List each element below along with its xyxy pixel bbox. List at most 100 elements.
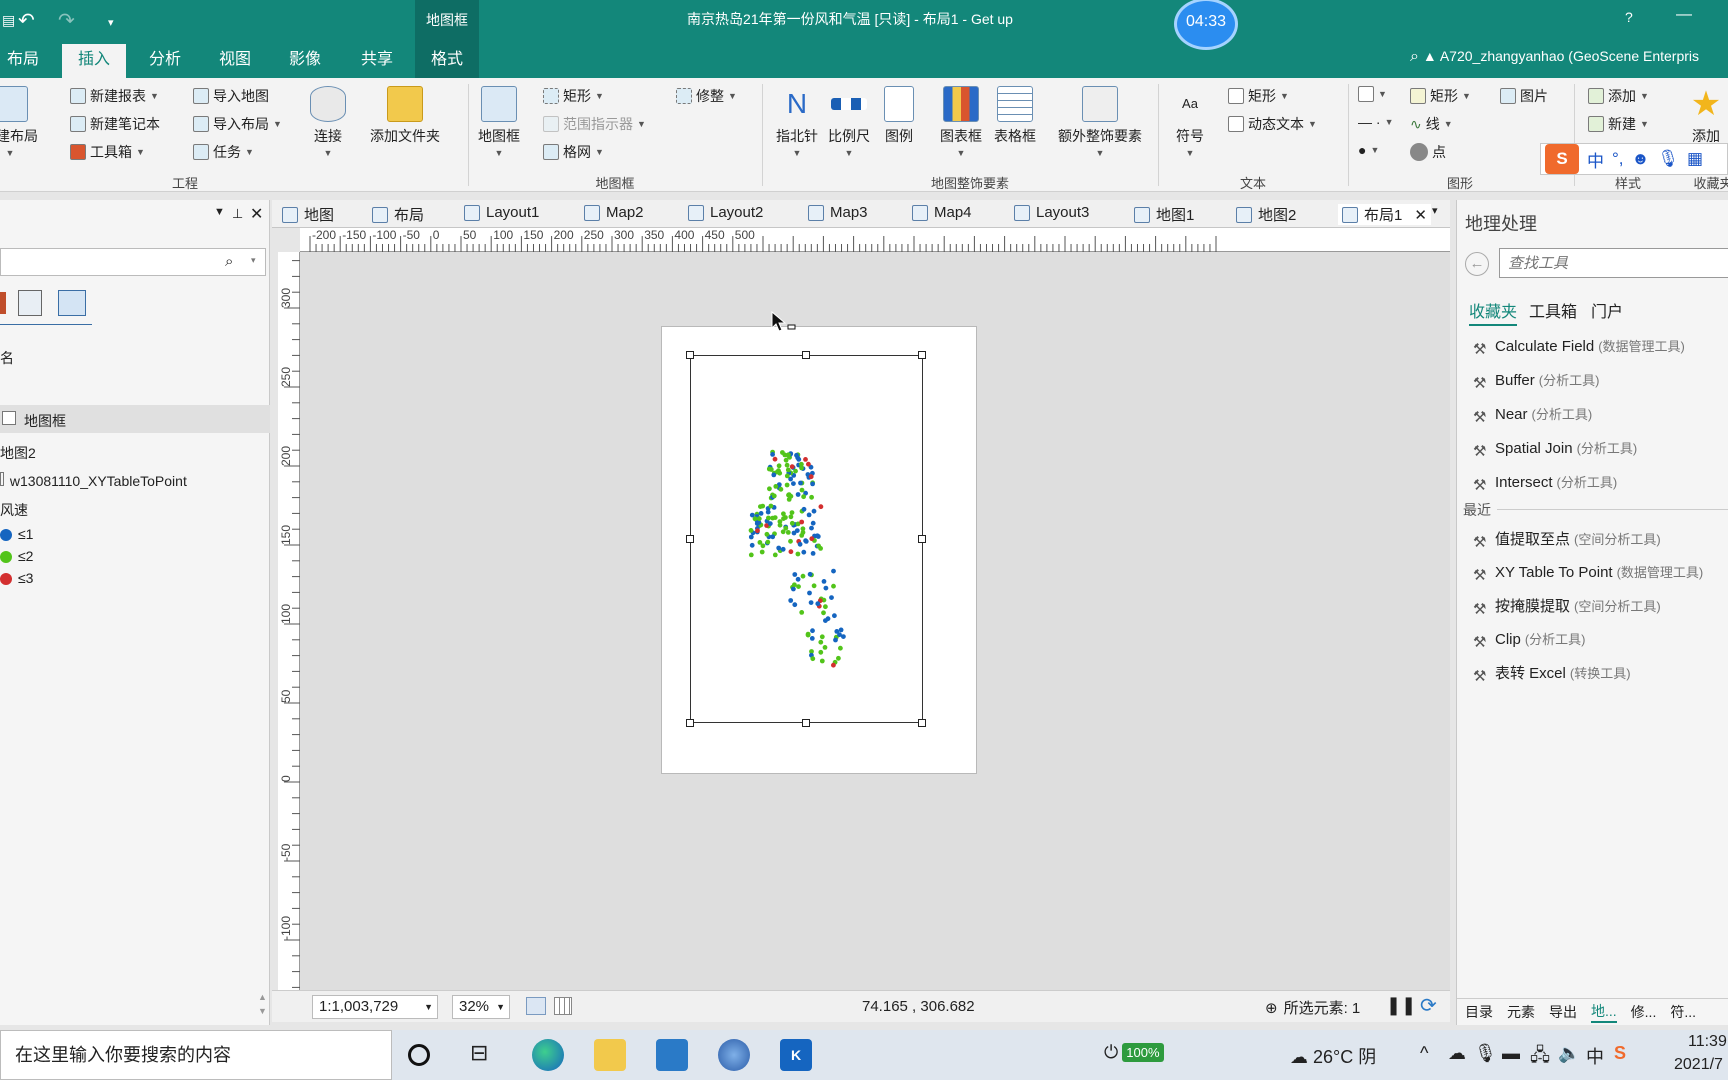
tab-catalog[interactable]: 目录 (1465, 1002, 1493, 1022)
recent-tool-item[interactable]: ⚒ 按掩膜提取 (空间分析工具) (1473, 595, 1661, 618)
legend-item[interactable]: ≤3 (0, 570, 33, 586)
customize-quick-access-icon[interactable]: ▾ (108, 16, 114, 29)
save-icon[interactable]: ▤ (2, 12, 15, 29)
legend-item[interactable]: ≤1 (0, 526, 33, 542)
add-folder-button[interactable]: 添加文件夹 (370, 86, 440, 146)
favorite-tool-item[interactable]: ⚒ Intersect (分析工具) (1473, 472, 1617, 494)
back-icon[interactable]: ← (1465, 252, 1489, 276)
show-hidden-icons[interactable]: ^ (1420, 1043, 1428, 1064)
minimize-button[interactable]: — (1676, 6, 1692, 24)
reshape-button[interactable]: 修整 ▼ (676, 86, 737, 106)
resize-handle[interactable] (686, 719, 694, 727)
view-tab-map1[interactable]: 地图1 (1134, 204, 1194, 225)
grid-button[interactable]: 格网 ▼ (543, 142, 604, 162)
microphone-icon[interactable]: 🎙 (1657, 149, 1679, 169)
close-tab-icon[interactable]: ✕ (1414, 206, 1427, 224)
favorite-tool-item[interactable]: ⚒ Buffer (分析工具) (1473, 370, 1599, 392)
drawing-order-icon[interactable] (18, 290, 42, 316)
layer-checkbox[interactable] (0, 472, 4, 486)
redo-icon[interactable]: ↷ (58, 8, 75, 33)
symbol-button[interactable]: Aa 符号 ▼ (1172, 86, 1208, 158)
scroll-down-icon[interactable]: ▼ (258, 1006, 267, 1016)
tab-toolboxes[interactable]: 工具箱 (1529, 298, 1577, 322)
tab-list-icon[interactable]: ▾ (1432, 204, 1438, 217)
rectangle-button[interactable]: 矩形 ▼ (543, 86, 604, 106)
zoom-selector[interactable]: 32% ▼ (452, 995, 510, 1019)
help-button[interactable]: ? (1625, 9, 1633, 25)
fit-page-icon[interactable] (526, 997, 546, 1015)
tab-geoprocessing[interactable]: 地... (1591, 1001, 1617, 1023)
weather[interactable]: ☁ 26°C 阴 (1290, 1043, 1376, 1069)
import-layout-button[interactable]: 导入布局 ▼ (193, 114, 282, 134)
selected-elements[interactable]: ⊕ 所选元素: 1 (1265, 997, 1360, 1018)
battery-indicator[interactable]: ⏻ 100% (1104, 1042, 1164, 1063)
layer-row[interactable]: w13081110_XYTableToPoint (0, 472, 187, 489)
keyboard-icon[interactable]: ▦ (1687, 149, 1703, 169)
tab-symbology[interactable]: 符... (1670, 1002, 1696, 1022)
map-item[interactable]: 地图2 (0, 443, 36, 463)
recent-tool-item[interactable]: ⚒ 表转 Excel (转换工具) (1473, 662, 1631, 685)
taskbar-search[interactable]: 在这里输入你要搜索的内容 (0, 1030, 392, 1080)
view-tab-layout3[interactable]: Layout3 (1014, 204, 1089, 221)
dynamic-text-button[interactable]: 动态文本 ▼ (1228, 114, 1317, 134)
ime-toolbar[interactable]: S 中 °, ☻ 🎙 ▦ (1540, 143, 1728, 175)
tab-share[interactable]: 共享 (352, 44, 402, 80)
graphics-line-button[interactable]: ∿ 线 ▼ (1410, 114, 1453, 134)
clock-date[interactable]: 2021/7 (1674, 1056, 1723, 1074)
contents-search-input[interactable]: ⌕ ▾ (0, 248, 266, 276)
scale-bar-button[interactable]: 比例尺 ▼ (828, 86, 870, 158)
resize-handle[interactable] (918, 719, 926, 727)
extent-indicator-button[interactable]: 范围指示器 ▼ (543, 114, 646, 134)
recent-tool-item[interactable]: ⚒ Clip (分析工具) (1473, 629, 1586, 651)
mail-icon[interactable] (656, 1039, 688, 1071)
layout-elements-icon[interactable] (58, 290, 86, 316)
legend-button[interactable]: 图例 (884, 86, 914, 146)
view-tab-map2-cn[interactable]: 地图2 (1236, 204, 1296, 225)
resize-handle[interactable] (686, 351, 694, 359)
view-tab-map4[interactable]: Map4 (912, 204, 972, 221)
scroll-up-icon[interactable]: ▲ (258, 992, 267, 1002)
style-new-button[interactable]: 新建 ▼ (1588, 114, 1649, 134)
recent-tool-item[interactable]: ⚒ XY Table To Point (数据管理工具) (1473, 562, 1703, 584)
tab-format[interactable]: 格式 (415, 44, 479, 80)
view-tab-active-layout[interactable]: 布局1 ✕ (1338, 204, 1431, 225)
favorites-add-button[interactable]: ★ 添加 (1684, 86, 1728, 146)
k-app-icon[interactable]: K (780, 1039, 812, 1071)
graphics-rectangle-button[interactable]: 矩形 ▼ (1410, 86, 1471, 106)
view-tab-map3[interactable]: Map3 (808, 204, 868, 221)
resize-handle[interactable] (802, 719, 810, 727)
view-tab-layout1[interactable]: Layout1 (464, 204, 539, 221)
graphics-point-button[interactable]: 点 (1410, 142, 1446, 162)
new-notebook-button[interactable]: 新建笔记本 (70, 114, 160, 134)
legend-item[interactable]: ≤2 (0, 548, 33, 564)
import-map-button[interactable]: 导入地图 (193, 86, 269, 106)
user-account[interactable]: ⌕ ▲ A720_zhangyanhao (GeoScene Enterpris (1410, 48, 1699, 66)
marker-style-dropdown[interactable]: ● ▼ (1358, 142, 1379, 158)
map-frame-row[interactable]: 地图框 (0, 405, 270, 433)
table-frame-button[interactable]: 表格框 (994, 86, 1036, 146)
close-pane-icon[interactable]: ✕ (250, 204, 263, 224)
resize-handle[interactable] (802, 351, 810, 359)
tab-export[interactable]: 导出 (1549, 1002, 1577, 1022)
ime-mode[interactable]: 中 (1587, 147, 1604, 172)
pin-icon[interactable]: ⊥ (232, 206, 243, 222)
text-rectangle-button[interactable]: 矩形 ▼ (1228, 86, 1289, 106)
new-layout-button[interactable]: 新建布局▼ (0, 86, 38, 158)
volume-icon[interactable]: 🔈 (1558, 1043, 1580, 1064)
sogou-tray-icon[interactable]: S (1614, 1043, 1626, 1064)
resize-handle[interactable] (918, 351, 926, 359)
view-tab-map2[interactable]: Map2 (584, 204, 644, 221)
scale-selector[interactable]: 1:1,003,729 ▼ (312, 995, 438, 1019)
pane-options-icon[interactable]: ▼ (214, 206, 225, 218)
punctuation-icon[interactable]: °, (1612, 149, 1624, 169)
tab-view[interactable]: 视图 (210, 44, 260, 80)
undo-icon[interactable]: ↶ (18, 8, 35, 33)
recording-timer[interactable]: 04:33 (1174, 0, 1238, 50)
recent-tool-item[interactable]: ⚒ 值提取至点 (空间分析工具) (1473, 528, 1661, 551)
toolbox-button[interactable]: 工具箱 ▼ (70, 142, 145, 162)
map-frame-element[interactable] (690, 355, 923, 723)
tool-search-input[interactable] (1499, 248, 1728, 278)
search-icon[interactable]: ⌕ (1410, 48, 1419, 65)
favorite-tool-item[interactable]: ⚒ Near (分析工具) (1473, 404, 1592, 426)
tab-insert[interactable]: 插入 (62, 44, 126, 80)
